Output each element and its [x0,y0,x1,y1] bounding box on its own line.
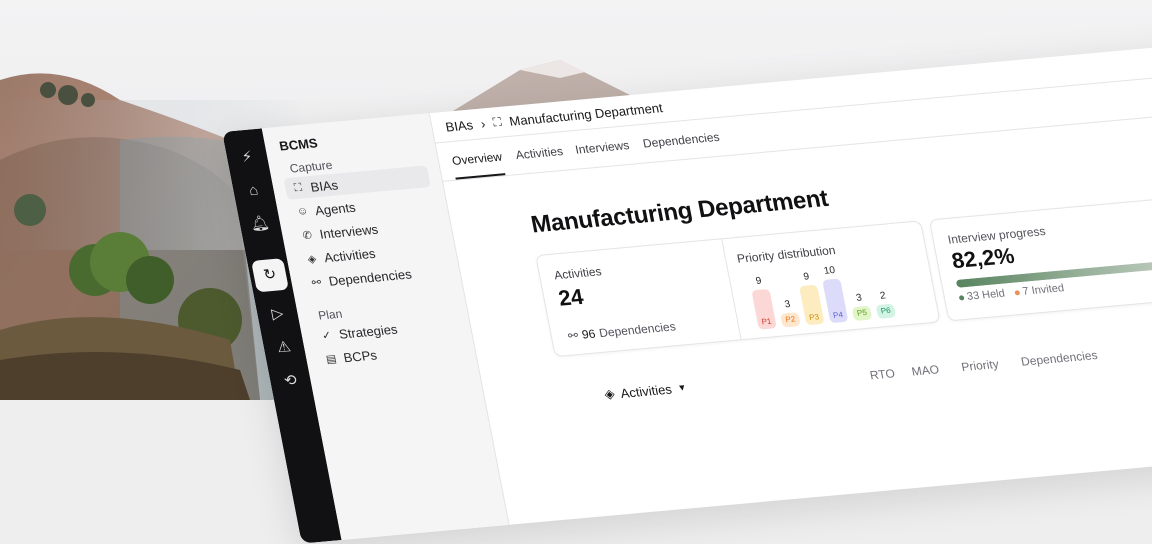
sidebar-item-label: BIAs [309,176,340,195]
check-circle-icon: ✓ [320,329,333,342]
activities-card: Activities 24 ⚯ 96 Dependencies Priority… [535,220,941,358]
cycle-icon[interactable]: ↻ [251,258,289,293]
caret-down-icon: ▼ [676,382,688,393]
main-content: BIAs › ⛶ Manufacturing Department Overvi… [429,42,1152,525]
app-window: ⚡ ⌂ 🔔︎ ↻ ▷ ⚠ ⟲ BCMS Capture ⛶ BIAs ☺ Age… [222,42,1152,544]
priority-label: Priority distribution [735,243,837,266]
dependencies-label: Dependencies [597,319,677,341]
phone-icon: ✆ [301,229,314,242]
priority-value-p4: 10 [822,265,837,277]
held-legend: 33 Held [958,288,1006,304]
tab-bar: Overview Activities Interviews Dependenc… [434,71,1152,182]
interview-progress-card: Interview progress 82,2% 33 Held 7 Invit… [928,187,1152,322]
home-icon[interactable]: ⌂ [242,180,266,201]
priority-value-p3: 9 [802,271,811,283]
priority-bar-p6: P6 [875,303,897,319]
sidebar-item-label: Dependencies [327,266,413,289]
tab-dependencies[interactable]: Dependencies [642,130,721,151]
scan-icon: ⛶ [293,181,303,194]
column-dependencies[interactable]: Dependencies [1020,348,1099,369]
activities-filter-dropdown[interactable]: ◈ Activities ▼ [603,379,688,402]
priority-bar-p3: P3 [799,284,825,326]
alarm-icon[interactable]: ⚠ [272,337,296,358]
invited-legend: 7 Invited [1014,282,1066,298]
diamond-icon: ◈ [306,252,318,266]
recovery-icon[interactable]: ⟲ [279,370,303,391]
activities-filter-label: Activities [619,381,673,401]
smiley-icon: ☺ [295,205,310,218]
column-mao[interactable]: MAO [910,362,940,378]
dependencies-summary: ⚯ 96 Dependencies [567,319,677,342]
link-icon: ⚯ [566,328,580,343]
progress-value: 82,2% [949,242,1017,274]
play-icon[interactable]: ▷ [266,304,290,325]
column-rto[interactable]: RTO [869,366,896,382]
dependencies-count: 96 [580,326,597,342]
priority-bar-p2: P2 [780,312,801,328]
priority-value-p2: 3 [783,299,792,311]
priority-bar-p4: P4 [822,278,849,324]
sidebar-section-capture: Capture [288,158,334,176]
tab-overview[interactable]: Overview [451,150,503,168]
priority-value-p5: 3 [855,292,863,304]
sidebar-item-label: Interviews [318,221,380,242]
activities-label: Activities [552,264,603,283]
activities-value: 24 [556,284,586,311]
link-icon: ⚯ [310,276,323,289]
priority-bar-p1: P1 [751,288,777,330]
sidebar-item-label: Agents [313,199,357,218]
tab-interviews[interactable]: Interviews [574,138,630,157]
priority-value-p1: 9 [754,275,763,287]
sidebar-item-label: BCPs [342,346,379,365]
column-priority[interactable]: Priority [960,357,1000,374]
scan-icon: ⛶ [491,114,503,130]
clipboard-icon: ▤ [324,352,338,366]
breadcrumb-separator: › [479,116,487,132]
priority-value-p6: 2 [879,290,887,302]
invited-label: 7 Invited [1021,282,1066,298]
priority-bar-p5: P5 [851,305,873,322]
sidebar-item-label: Strategies [337,321,399,342]
brand-name: BCMS [277,135,319,154]
breadcrumb-root[interactable]: BIAs [444,117,474,134]
app-logo-icon[interactable]: ⚡ [235,147,259,168]
tab-activities[interactable]: Activities [514,144,564,162]
sidebar-section-plan: Plan [316,306,344,323]
sidebar-item-label: Activities [322,245,377,265]
page-title: Manufacturing Department [528,185,831,239]
held-label: 33 Held [965,287,1006,303]
bell-icon[interactable]: 🔔︎ [248,214,272,235]
